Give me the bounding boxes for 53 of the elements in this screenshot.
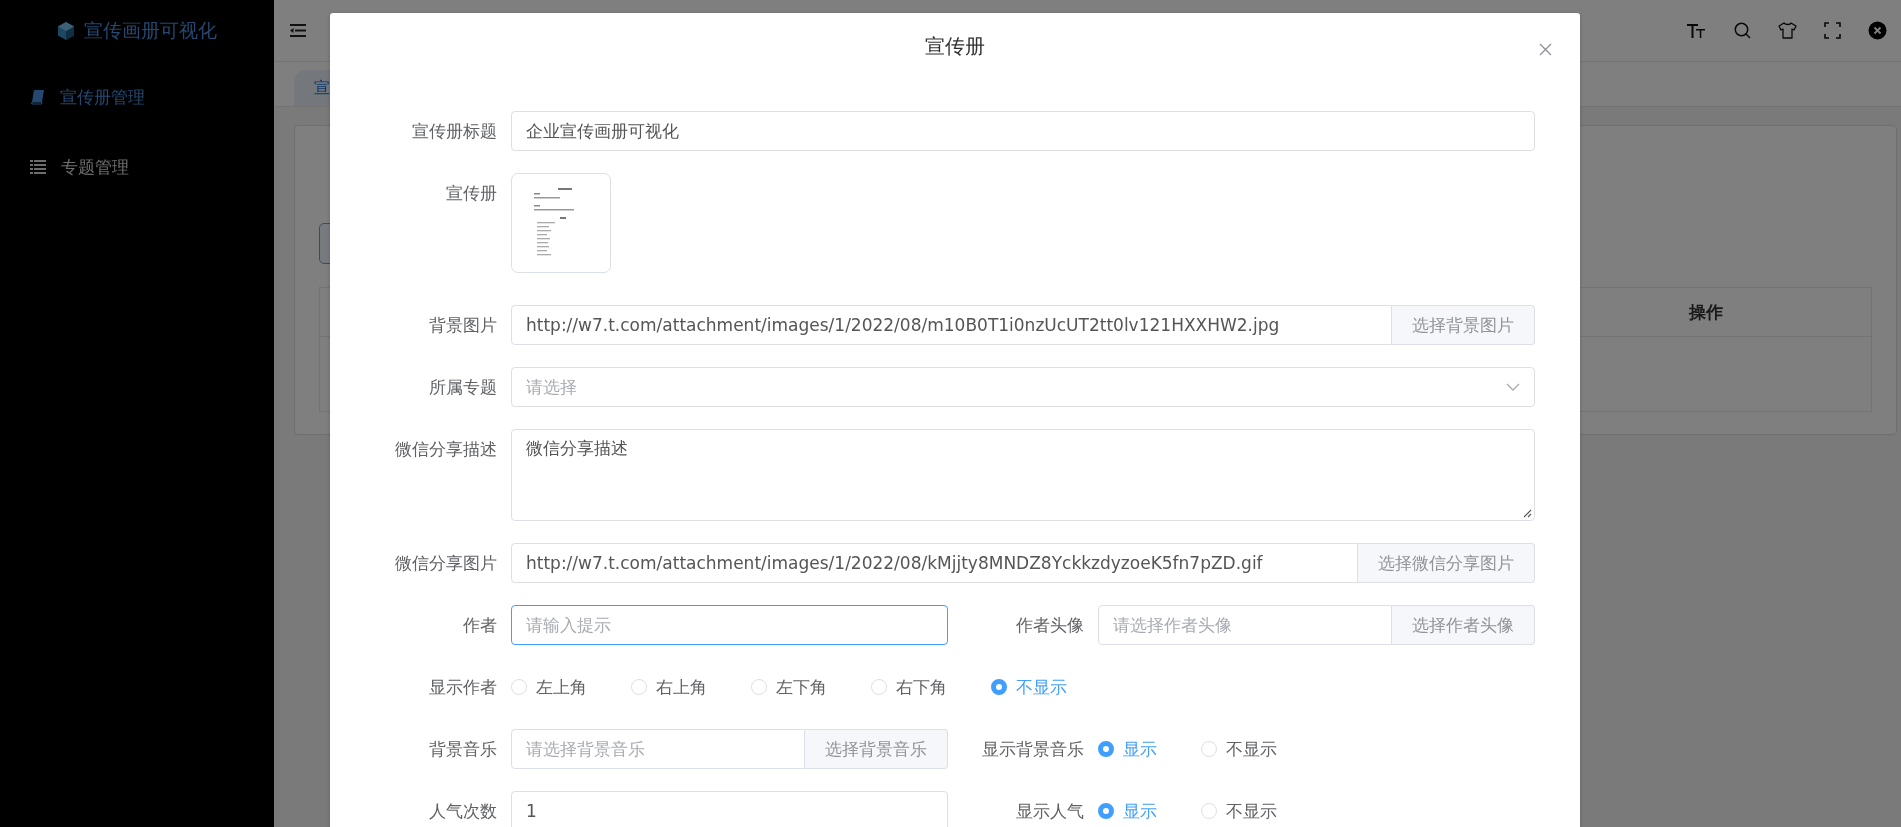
select-button[interactable]: 选择背景图片 — [1392, 305, 1535, 345]
close-icon[interactable] — [1539, 43, 1552, 56]
radio-option[interactable]: 左上角 — [511, 675, 587, 699]
radio-option[interactable]: 不显示 — [991, 675, 1067, 699]
search-icon[interactable] — [1734, 22, 1751, 39]
app-title: 宣传画册可视化 — [84, 18, 217, 43]
select-button[interactable]: 选择微信分享图片 — [1358, 543, 1535, 583]
radio-option[interactable]: 显示 — [1098, 799, 1157, 823]
column-header: 操作 — [1687, 300, 1724, 324]
radio-option[interactable]: 显示 — [1098, 737, 1157, 761]
field-label: 所属专题 — [428, 376, 498, 399]
field-label: 显示作者 — [428, 676, 498, 699]
radio-option[interactable]: 不显示 — [1201, 799, 1277, 823]
radio-option[interactable]: 不显示 — [1201, 737, 1277, 761]
input-field[interactable]: 请选择作者头像 — [1098, 605, 1392, 645]
input-field[interactable]: http://w7.t.com/attachment/images/1/2022/08/kMjjty8MNDZ8YckkzdyzoeK5fn7pZD.gif — [511, 543, 1358, 583]
input-field[interactable]: 请输入提示 — [511, 605, 948, 645]
select-field[interactable]: 请选择 — [511, 367, 1535, 407]
field-label: 宣传册 — [445, 182, 498, 205]
chevron-down-icon — [1506, 383, 1520, 391]
select-button[interactable]: 选择作者头像 — [1392, 605, 1535, 645]
field-label: 宣传册标题 — [411, 120, 498, 143]
font-size-icon[interactable] — [1687, 22, 1707, 39]
field-label: 显示背景音乐 — [981, 738, 1085, 761]
field-label: 背景图片 — [428, 314, 498, 337]
select-button[interactable]: 选择背景音乐 — [805, 729, 948, 769]
field-label: 显示人气 — [1015, 800, 1085, 823]
input-field[interactable]: 1 — [511, 791, 948, 827]
radio-option[interactable]: 右上角 — [631, 675, 707, 699]
dialog-title: 宣传册 — [925, 32, 985, 60]
radio-option[interactable]: 左下角 — [751, 675, 827, 699]
book-icon — [30, 89, 45, 105]
sidebar-item[interactable]: 宣传册管理 — [0, 62, 274, 132]
fullscreen-icon[interactable] — [1824, 22, 1841, 39]
radio-option[interactable]: 右下角 — [871, 675, 947, 699]
field-label: 作者头像 — [1015, 614, 1085, 637]
close-icon[interactable] — [1868, 21, 1887, 40]
field-label: 微信分享图片 — [394, 552, 498, 575]
t-shirt-icon[interactable] — [1778, 22, 1797, 39]
input-field[interactable]: 请选择背景音乐 — [511, 729, 805, 769]
sidebar-item[interactable]: 专题管理 — [0, 132, 274, 202]
field-label: 背景音乐 — [428, 738, 498, 761]
input-field[interactable]: http://w7.t.com/attachment/images/1/2022/08/m10B0T1i0nzUcUT2tt0lv121HXXHW2.jpg — [511, 305, 1392, 345]
menu-icon[interactable] — [290, 24, 306, 37]
field-label: 作者 — [462, 614, 498, 637]
cube-icon — [57, 21, 75, 41]
list-icon — [30, 160, 46, 174]
field-label: 人气次数 — [428, 800, 498, 823]
text-area[interactable]: 微信分享描述 — [511, 429, 1535, 521]
thumbnail-frame[interactable] — [511, 173, 611, 273]
resize-handle-icon[interactable] — [1523, 509, 1532, 518]
field-label: 微信分享描述 — [394, 438, 498, 461]
input-field[interactable]: 企业宣传画册可视化 — [511, 111, 1535, 151]
